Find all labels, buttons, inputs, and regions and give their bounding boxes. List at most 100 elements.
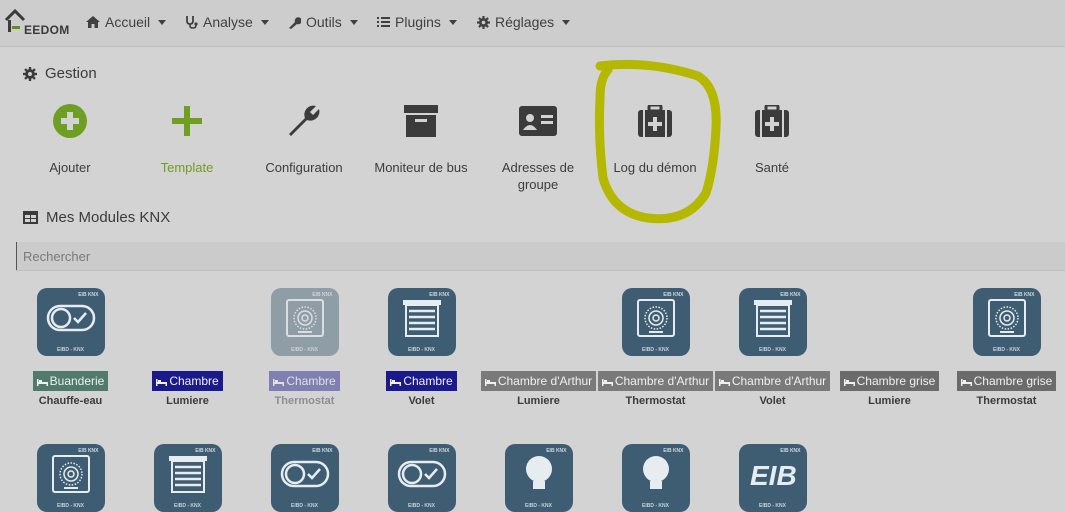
module-image: EIB EIB KNX EIBD - KNX [738, 444, 807, 512]
module-card[interactable]: EIB KNX EIBD - KNX Chambre grise Thermostat [948, 288, 1065, 407]
search-input[interactable] [16, 242, 429, 270]
medkit-icon [755, 105, 789, 137]
room-badge-label: Chambre grise [856, 374, 936, 388]
tile-log-du-demon[interactable]: Log du démon [600, 101, 710, 176]
module-name: Volet [408, 395, 435, 407]
nav-reglages-label: Réglages [495, 14, 555, 30]
nav-outils[interactable]: Outils [288, 14, 358, 30]
module-image: EIB KNX EIBD - KNX [36, 288, 105, 356]
svg-text:EIB: EIB [750, 460, 797, 489]
module-image-brand: EIBD - KNX [57, 347, 84, 353]
module-card[interactable]: EIB EIB KNX EIBD - KNX [714, 444, 831, 512]
tile-template[interactable]: Template [132, 101, 242, 176]
module-card[interactable]: EIB KNX EIBD - KNX Chambre Thermostat [246, 288, 363, 407]
plus-icon [172, 106, 202, 136]
room-badge: Chambre grise [839, 371, 940, 391]
tile-sante[interactable]: Santé [717, 101, 827, 176]
nav-analyse[interactable]: Analyse [185, 14, 269, 30]
module-image-corner: EIB KNX [429, 448, 450, 454]
module-image-brand: EIBD - KNX [408, 503, 435, 509]
tile-ajouter-label: Ajouter [49, 160, 91, 175]
module-name: Lumiere [868, 395, 911, 407]
room-badge-label: Chambre [286, 374, 336, 388]
gear-icon [477, 15, 490, 29]
logo-text: EEDOM [24, 23, 70, 37]
module-image: EIB KNX EIBD - KNX [270, 444, 339, 512]
module-card[interactable]: EIB KNX EIBD - KNX [363, 444, 480, 512]
module-card[interactable]: Chambre grise Lumiere [831, 288, 948, 407]
module-image-brand: EIBD - KNX [642, 503, 669, 509]
module-image: EIB KNX EIBD - KNX [621, 444, 690, 512]
gear-icon [23, 66, 37, 81]
nav-plugins[interactable]: Plugins [377, 14, 457, 30]
room-badge-label: Buanderie [49, 374, 105, 388]
nav-reglages[interactable]: Réglages [477, 14, 571, 30]
module-image-brand: EIBD - KNX [57, 503, 84, 509]
room-badge-label: Chambre grise [973, 374, 1053, 388]
module-image-corner: EIB KNX [780, 292, 801, 298]
module-card[interactable]: EIB KNX EIBD - KNX Chambre d'Arthur Thermos… [597, 288, 714, 407]
module-image-corner: EIB KNX [78, 292, 99, 298]
module-image-corner: EIB KNX [663, 292, 684, 298]
top-navbar: EEDOM Accueil Analyse Outils Plugins Rég… [0, 0, 1065, 47]
home-icon [86, 16, 100, 28]
module-image-brand: EIBD - KNX [993, 347, 1020, 353]
search-bar [16, 242, 1065, 271]
tile-sante-label: Santé [755, 160, 789, 175]
gestion-heading: Gestion [23, 65, 97, 82]
room-badge: Buanderie [32, 371, 109, 391]
modules-heading: Mes Modules KNX [23, 209, 170, 226]
module-card[interactable]: EIB KNX EIBD - KNX Buanderie Chauffe-eau [12, 288, 129, 407]
module-card[interactable]: EIB KNX EIBD - KNX [246, 444, 363, 512]
module-image-brand: EIBD - KNX [408, 347, 435, 353]
tile-configuration[interactable]: Configuration [249, 101, 359, 176]
room-badge: Chambre [152, 371, 223, 391]
nav-plugins-label: Plugins [395, 14, 441, 30]
module-image: EIB KNX EIBD - KNX [504, 444, 573, 512]
module-image-placeholder [129, 288, 246, 356]
module-image: EIB KNX EIBD - KNX [738, 288, 807, 356]
nav-outils-label: Outils [306, 14, 342, 30]
module-image: EIB KNX EIBD - KNX [36, 444, 105, 512]
room-badge: Chambre d'Arthur [714, 371, 831, 391]
room-badge-label: Chambre d'Arthur [614, 374, 710, 388]
module-image-corner: EIB KNX [78, 448, 99, 454]
module-name: Thermostat [274, 395, 335, 407]
module-image-brand: EIBD - KNX [642, 347, 669, 353]
module-image-corner: EIB KNX [312, 448, 333, 454]
module-image-brand: EIBD - KNX [759, 503, 786, 509]
module-image-brand: EIBD - KNX [759, 347, 786, 353]
jeedom-logo[interactable]: EEDOM [4, 8, 70, 38]
module-card[interactable]: EIB KNX EIBD - KNX [597, 444, 714, 512]
module-card[interactable]: EIB KNX EIBD - KNX Chambre Volet [363, 288, 480, 407]
module-name: Thermostat [625, 395, 686, 407]
module-image-brand: EIBD - KNX [174, 503, 201, 509]
module-image: EIB KNX EIBD - KNX [972, 288, 1041, 356]
list-icon [377, 17, 390, 27]
room-badge-label: Chambre [169, 374, 219, 388]
module-image-placeholder [480, 288, 597, 356]
room-badge: Chambre [269, 371, 340, 391]
module-card[interactable]: Chambre Lumiere [129, 288, 246, 407]
module-card[interactable]: EIB KNX EIBD - KNX [12, 444, 129, 512]
module-image: EIB KNX EIBD - KNX [153, 444, 222, 512]
tile-adresses-de-groupe[interactable]: Adresses de groupe [483, 101, 593, 193]
tile-moniteur-de-bus[interactable]: Moniteur de bus [366, 101, 476, 176]
nav-accueil[interactable]: Accueil [86, 14, 167, 30]
tile-ajouter[interactable]: Ajouter [15, 101, 125, 176]
module-card[interactable]: EIB KNX EIBD - KNX Chambre d'Arthur Volet [714, 288, 831, 407]
module-card[interactable]: Chambre d'Arthur Lumiere [480, 288, 597, 407]
module-card[interactable]: EIB KNX EIBD - KNX [480, 444, 597, 512]
table-icon [23, 211, 38, 224]
module-image-corner: EIB KNX [429, 292, 450, 298]
module-name: Thermostat [976, 395, 1037, 407]
module-image-brand: EIBD - KNX [291, 503, 318, 509]
module-image: EIB KNX EIBD - KNX [387, 288, 456, 356]
module-card[interactable]: EIB KNX EIBD - KNX [129, 444, 246, 512]
wrench-icon [289, 16, 301, 29]
nav-accueil-label: Accueil [105, 14, 151, 30]
tile-moniteur-label: Moniteur de bus [374, 160, 468, 175]
module-image: EIB KNX EIBD - KNX [387, 444, 456, 512]
tile-adresses-label: Adresses de groupe [501, 160, 575, 192]
module-image-corner: EIB KNX [312, 292, 333, 298]
